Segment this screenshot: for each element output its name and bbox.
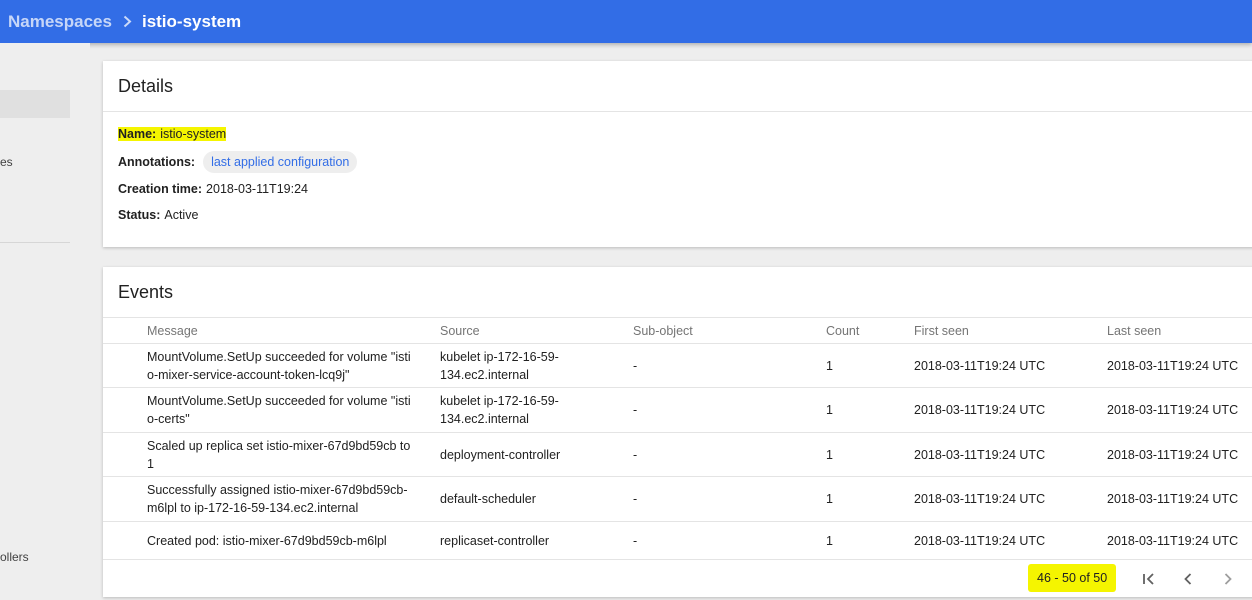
cell-subobject: - <box>633 447 638 462</box>
cell-first-seen: 2018-03-11T19:24 UTC <box>914 403 1046 417</box>
detail-annotations-label: Annotations: <box>118 155 196 169</box>
cell-count: 1 <box>826 447 833 462</box>
cell-message-line: o-mixer-service-account-token-lcq9j" <box>147 367 350 382</box>
column-header-subobject[interactable]: Sub-object <box>633 324 693 338</box>
cell-message: Successfully assigned istio-mixer-67d9bd… <box>147 477 427 521</box>
cell-source-line: replicaset-controller <box>440 533 550 548</box>
column-header-count[interactable]: Count <box>826 324 859 338</box>
sidebar: es ollers <box>0 43 90 600</box>
cell-first-seen: 2018-03-11T19:24 UTC <box>914 447 1046 462</box>
cell-last-seen: 2018-03-11T19:24 UTC <box>1107 533 1239 548</box>
detail-annotations-row: Annotations: last applied configuration <box>118 151 358 173</box>
detail-status-value: Active <box>164 208 199 222</box>
column-header-first-seen[interactable]: First seen <box>914 324 969 338</box>
cell-subobject: - <box>633 358 638 373</box>
cell-last-seen: 2018-03-11T19:24 UTC <box>1107 403 1239 417</box>
cell-message-line: MountVolume.SetUp succeeded for volume "… <box>147 349 411 364</box>
breadcrumb-namespaces-link[interactable]: Namespaces <box>8 12 112 32</box>
cell-source-line: 134.ec2.internal <box>440 367 529 382</box>
first-page-icon[interactable] <box>1139 569 1159 589</box>
events-title: Events <box>103 267 1252 318</box>
detail-name-highlight: Name: istio-system <box>118 127 227 141</box>
cell-source-line: default-scheduler <box>440 492 536 506</box>
cell-first-seen: 2018-03-11T19:24 UTC <box>914 533 1046 548</box>
detail-status-label: Status: <box>118 208 161 222</box>
column-header-last-seen[interactable]: Last seen <box>1107 324 1161 338</box>
cell-source: default-scheduler <box>440 477 620 521</box>
cell-last-seen: 2018-03-11T19:24 UTC <box>1107 447 1239 462</box>
cell-message-line: Created pod: istio-mixer-67d9bd59cb-m6lp… <box>147 533 387 548</box>
detail-creation-value: 2018-03-11T19:24 <box>206 182 308 196</box>
cell-subobject: - <box>633 492 638 506</box>
detail-status-row: Status: Active <box>118 208 198 222</box>
cell-message-line: MountVolume.SetUp succeeded for volume "… <box>147 394 411 408</box>
cell-subobject: - <box>633 403 638 417</box>
sidebar-item-label[interactable]: ollers <box>0 550 29 564</box>
cell-source-line: kubelet ip-172-16-59- <box>440 349 559 364</box>
table-row: Scaled up replica set istio-mixer-67d9bd… <box>103 433 1252 477</box>
chevron-right-icon[interactable] <box>1218 569 1238 589</box>
column-header-message[interactable]: Message <box>147 324 198 338</box>
events-card: Events Message Source Sub-object Count F… <box>103 267 1252 597</box>
cell-message: MountVolume.SetUp succeeded for volume "… <box>147 388 427 432</box>
cell-source: replicaset-controller <box>440 522 620 559</box>
cell-message-line: Successfully assigned istio-mixer-67d9bd… <box>147 483 408 497</box>
cell-source: deployment-controller <box>440 433 620 476</box>
cell-last-seen: 2018-03-11T19:24 UTC <box>1107 492 1239 506</box>
breadcrumb-current: istio-system <box>141 11 242 31</box>
cell-first-seen: 2018-03-11T19:24 UTC <box>914 358 1046 373</box>
pagination-range: 46 - 50 of 50 <box>1028 564 1117 592</box>
cell-message-line: Scaled up replica set istio-mixer-67d9bd… <box>147 438 411 453</box>
detail-name-value: istio-system <box>160 127 227 141</box>
sidebar-item-label[interactable]: es <box>0 155 13 169</box>
details-title: Details <box>103 61 1252 112</box>
sidebar-divider <box>0 242 70 243</box>
cell-source-line: deployment-controller <box>440 447 561 462</box>
cell-count: 1 <box>826 492 833 506</box>
detail-creation-label: Creation time: <box>118 182 203 196</box>
table-row: Created pod: istio-mixer-67d9bd59cb-m6lp… <box>103 522 1252 560</box>
cell-message: Created pod: istio-mixer-67d9bd59cb-m6lp… <box>147 522 427 559</box>
sidebar-item-selected[interactable] <box>0 90 70 118</box>
cell-count: 1 <box>826 533 833 548</box>
cell-subobject: - <box>633 533 638 548</box>
cell-source: kubelet ip-172-16-59- 134.ec2.internal <box>440 388 620 432</box>
cell-message: MountVolume.SetUp succeeded for volume "… <box>147 344 427 387</box>
cell-count: 1 <box>826 403 833 417</box>
annotation-chip-last-applied[interactable]: last applied configuration <box>203 151 358 173</box>
cell-message-line: m6lpl to ip-172-16-59-134.ec2.internal <box>147 501 359 515</box>
chevron-left-icon[interactable] <box>1178 569 1198 589</box>
cell-message-line: 1 <box>147 456 154 471</box>
detail-creation-row: Creation time: 2018-03-11T19:24 <box>118 182 308 196</box>
cell-message: Scaled up replica set istio-mixer-67d9bd… <box>147 433 427 476</box>
table-row: MountVolume.SetUp succeeded for volume "… <box>103 344 1252 388</box>
detail-name-label: Name: <box>118 127 157 141</box>
column-header-source[interactable]: Source <box>440 324 480 338</box>
table-row: MountVolume.SetUp succeeded for volume "… <box>103 388 1252 433</box>
cell-source-line: 134.ec2.internal <box>440 412 529 426</box>
cell-source: kubelet ip-172-16-59- 134.ec2.internal <box>440 344 620 387</box>
pagination-bar: 46 - 50 of 50 <box>103 560 1252 597</box>
cell-source-line: kubelet ip-172-16-59- <box>440 394 559 408</box>
chevron-right-icon <box>123 15 132 28</box>
events-table-header: Message Source Sub-object Count First se… <box>103 318 1252 344</box>
cell-message-line: o-certs" <box>147 412 190 426</box>
cell-last-seen: 2018-03-11T19:24 UTC <box>1107 358 1239 373</box>
detail-name-row: Name: istio-system <box>118 127 227 141</box>
details-card: Details Name: istio-system Annotations: l… <box>103 61 1252 247</box>
table-row: Successfully assigned istio-mixer-67d9bd… <box>103 477 1252 522</box>
cell-first-seen: 2018-03-11T19:24 UTC <box>914 492 1046 506</box>
top-toolbar: Namespaces istio-system <box>0 0 1252 43</box>
cell-count: 1 <box>826 358 833 373</box>
